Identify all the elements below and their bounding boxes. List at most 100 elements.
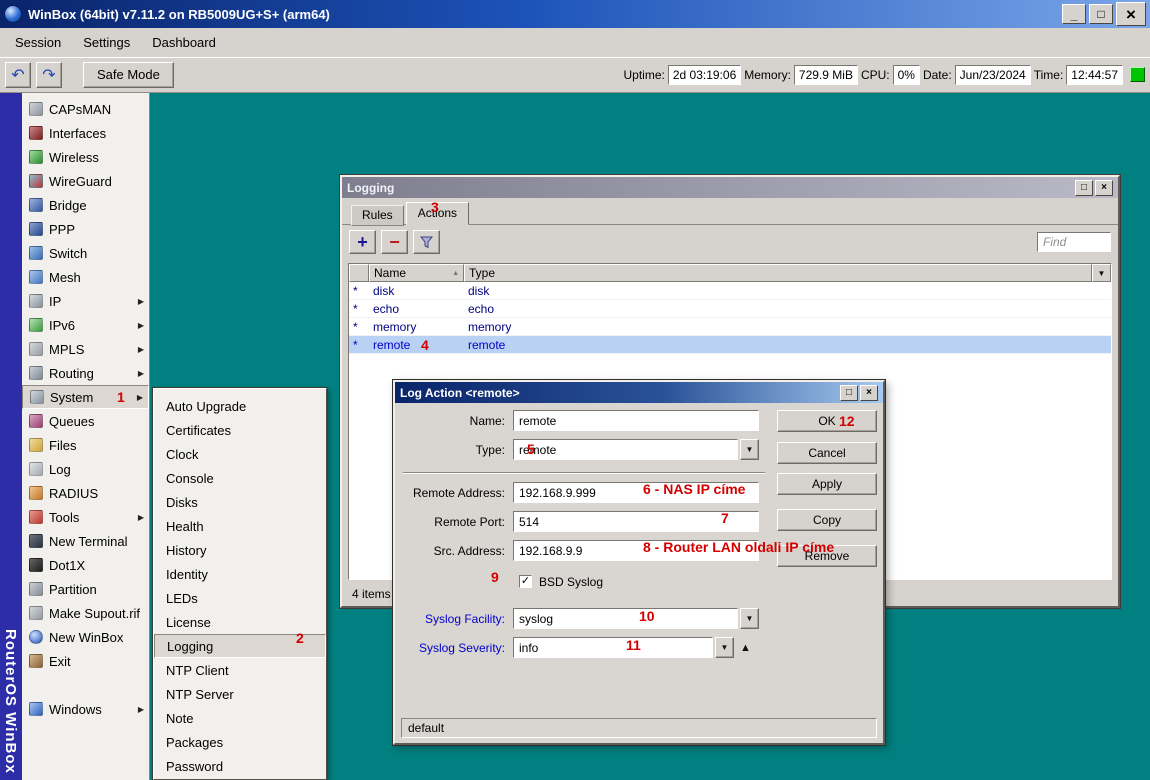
remove-action-button[interactable]: − xyxy=(381,230,408,254)
mpls-icon xyxy=(29,342,43,356)
system-menu-item-password[interactable]: Password xyxy=(154,754,326,778)
dialog-close-button[interactable]: × xyxy=(860,385,878,401)
system-menu-item-certificates[interactable]: Certificates xyxy=(154,418,326,442)
row-flag: * xyxy=(349,338,369,352)
collapse-up-icon[interactable]: ▲ xyxy=(740,642,751,654)
system-menu-item-ntp-client[interactable]: NTP Client xyxy=(154,658,326,682)
system-menu-item-history[interactable]: History xyxy=(154,538,326,562)
chevron-down-icon: ▼ xyxy=(746,445,754,454)
sidebar-item-label: WireGuard xyxy=(49,174,144,189)
sidebar-item-interfaces[interactable]: Interfaces xyxy=(22,121,149,145)
table-row[interactable]: * memory memory xyxy=(349,318,1111,336)
sidebar-item-ppp[interactable]: PPP xyxy=(22,217,149,241)
safe-mode-button[interactable]: Safe Mode xyxy=(83,62,174,88)
logging-close-button[interactable]: × xyxy=(1095,180,1113,196)
minus-icon: − xyxy=(389,232,400,253)
facility-dropdown-button[interactable]: ▼ xyxy=(740,608,759,629)
syslog-severity-input[interactable] xyxy=(513,637,713,658)
sidebar-item-files[interactable]: Files xyxy=(22,433,149,457)
sidebar-item-exit[interactable]: Exit xyxy=(22,649,149,673)
system-menu-item-clock[interactable]: Clock xyxy=(154,442,326,466)
column-header-flags[interactable] xyxy=(349,264,369,282)
sidebar-item-new-terminal[interactable]: New Terminal xyxy=(22,529,149,553)
find-input[interactable] xyxy=(1037,232,1111,252)
apply-button[interactable]: Apply xyxy=(777,473,877,495)
name-input[interactable] xyxy=(513,410,759,431)
sidebar-item-system[interactable]: System▶ xyxy=(22,385,149,409)
sidebar-item-log[interactable]: Log xyxy=(22,457,149,481)
system-menu-item-disks[interactable]: Disks xyxy=(154,490,326,514)
chevron-right-icon: ▶ xyxy=(138,321,144,330)
column-header-name[interactable]: Name▲ xyxy=(369,264,464,282)
undo-button[interactable]: ↶ xyxy=(5,62,31,88)
copy-button[interactable]: Copy xyxy=(777,509,877,531)
bsd-syslog-checkbox[interactable]: ✓ xyxy=(519,575,532,588)
filter-button[interactable] xyxy=(413,230,440,254)
sidebar-item-routing[interactable]: Routing▶ xyxy=(22,361,149,385)
connection-status-indicator xyxy=(1130,67,1145,82)
syslog-facility-input[interactable] xyxy=(513,608,738,629)
type-dropdown-button[interactable]: ▼ xyxy=(740,439,759,460)
sidebar-item-tools[interactable]: Tools▶ xyxy=(22,505,149,529)
system-menu-item-leds[interactable]: LEDs xyxy=(154,586,326,610)
table-header: Name▲ Type ▼ xyxy=(349,264,1111,282)
sidebar-item-ip[interactable]: IP▶ xyxy=(22,289,149,313)
column-selector-button[interactable]: ▼ xyxy=(1092,264,1111,282)
remote-port-label: Remote Port: xyxy=(401,515,513,529)
plus-icon: + xyxy=(357,232,368,253)
sidebar-item-new-winbox[interactable]: New WinBox xyxy=(22,625,149,649)
type-input[interactable] xyxy=(513,439,738,460)
sidebar-item-make-supout[interactable]: Make Supout.rif xyxy=(22,601,149,625)
row-name: remote xyxy=(369,338,464,352)
system-menu-item-ntp-server[interactable]: NTP Server xyxy=(154,682,326,706)
sidebar-item-label: RADIUS xyxy=(49,486,144,501)
sidebar-item-bridge[interactable]: Bridge xyxy=(22,193,149,217)
annotation-9: 9 xyxy=(491,569,499,585)
sidebar-item-windows[interactable]: Windows▶ xyxy=(22,697,149,721)
sidebar-item-partition[interactable]: Partition xyxy=(22,577,149,601)
minimize-button[interactable]: _ xyxy=(1062,4,1086,24)
system-menu-item-packages[interactable]: Packages xyxy=(154,730,326,754)
sidebar-item-label: Dot1X xyxy=(49,558,144,573)
remote-port-field-row: Remote Port: xyxy=(401,511,773,532)
sidebar-item-queues[interactable]: Queues xyxy=(22,409,149,433)
logging-maximize-button[interactable]: □ xyxy=(1075,180,1093,196)
add-action-button[interactable]: + xyxy=(349,230,376,254)
severity-dropdown-button[interactable]: ▼ xyxy=(715,637,734,658)
sidebar-item-switch[interactable]: Switch xyxy=(22,241,149,265)
logging-window-titlebar: Logging □ × xyxy=(342,177,1118,198)
sidebar-item-radius[interactable]: RADIUS xyxy=(22,481,149,505)
sidebar-item-capsman[interactable]: CAPsMAN xyxy=(22,97,149,121)
column-header-type[interactable]: Type xyxy=(464,264,1092,282)
sidebar-item-mesh[interactable]: Mesh xyxy=(22,265,149,289)
menu-session[interactable]: Session xyxy=(4,31,72,54)
system-menu-item-note[interactable]: Note xyxy=(154,706,326,730)
row-flag: * xyxy=(349,302,369,316)
system-menu-item-identity[interactable]: Identity xyxy=(154,562,326,586)
system-menu-item-console[interactable]: Console xyxy=(154,466,326,490)
chevron-right-icon: ▶ xyxy=(138,345,144,354)
table-row-selected[interactable]: * remote remote xyxy=(349,336,1111,354)
dialog-maximize-button[interactable]: □ xyxy=(840,385,858,401)
ok-button[interactable]: OK xyxy=(777,410,877,432)
sidebar-item-dot1x[interactable]: Dot1X xyxy=(22,553,149,577)
sidebar-item-wireless[interactable]: Wireless xyxy=(22,145,149,169)
radius-icon xyxy=(29,486,43,500)
menu-dashboard[interactable]: Dashboard xyxy=(141,31,227,54)
system-menu-item-auto-upgrade[interactable]: Auto Upgrade xyxy=(154,394,326,418)
table-row[interactable]: * echo echo xyxy=(349,300,1111,318)
menu-settings[interactable]: Settings xyxy=(72,31,141,54)
sidebar-item-mpls[interactable]: MPLS▶ xyxy=(22,337,149,361)
maximize-button[interactable]: □ xyxy=(1089,4,1113,24)
redo-button[interactable]: ↷ xyxy=(36,62,62,88)
system-menu-item-health[interactable]: Health xyxy=(154,514,326,538)
cancel-button[interactable]: Cancel xyxy=(777,442,877,464)
tab-rules[interactable]: Rules xyxy=(351,205,404,226)
close-button[interactable]: × xyxy=(1116,2,1146,26)
sidebar-item-label: Queues xyxy=(49,414,144,429)
sidebar-item-wireguard[interactable]: WireGuard xyxy=(22,169,149,193)
logging-window-title: Logging xyxy=(347,181,394,195)
table-row[interactable]: * disk disk xyxy=(349,282,1111,300)
bsd-syslog-row: ✓ BSD Syslog xyxy=(401,571,773,592)
sidebar-item-ipv6[interactable]: IPv6▶ xyxy=(22,313,149,337)
